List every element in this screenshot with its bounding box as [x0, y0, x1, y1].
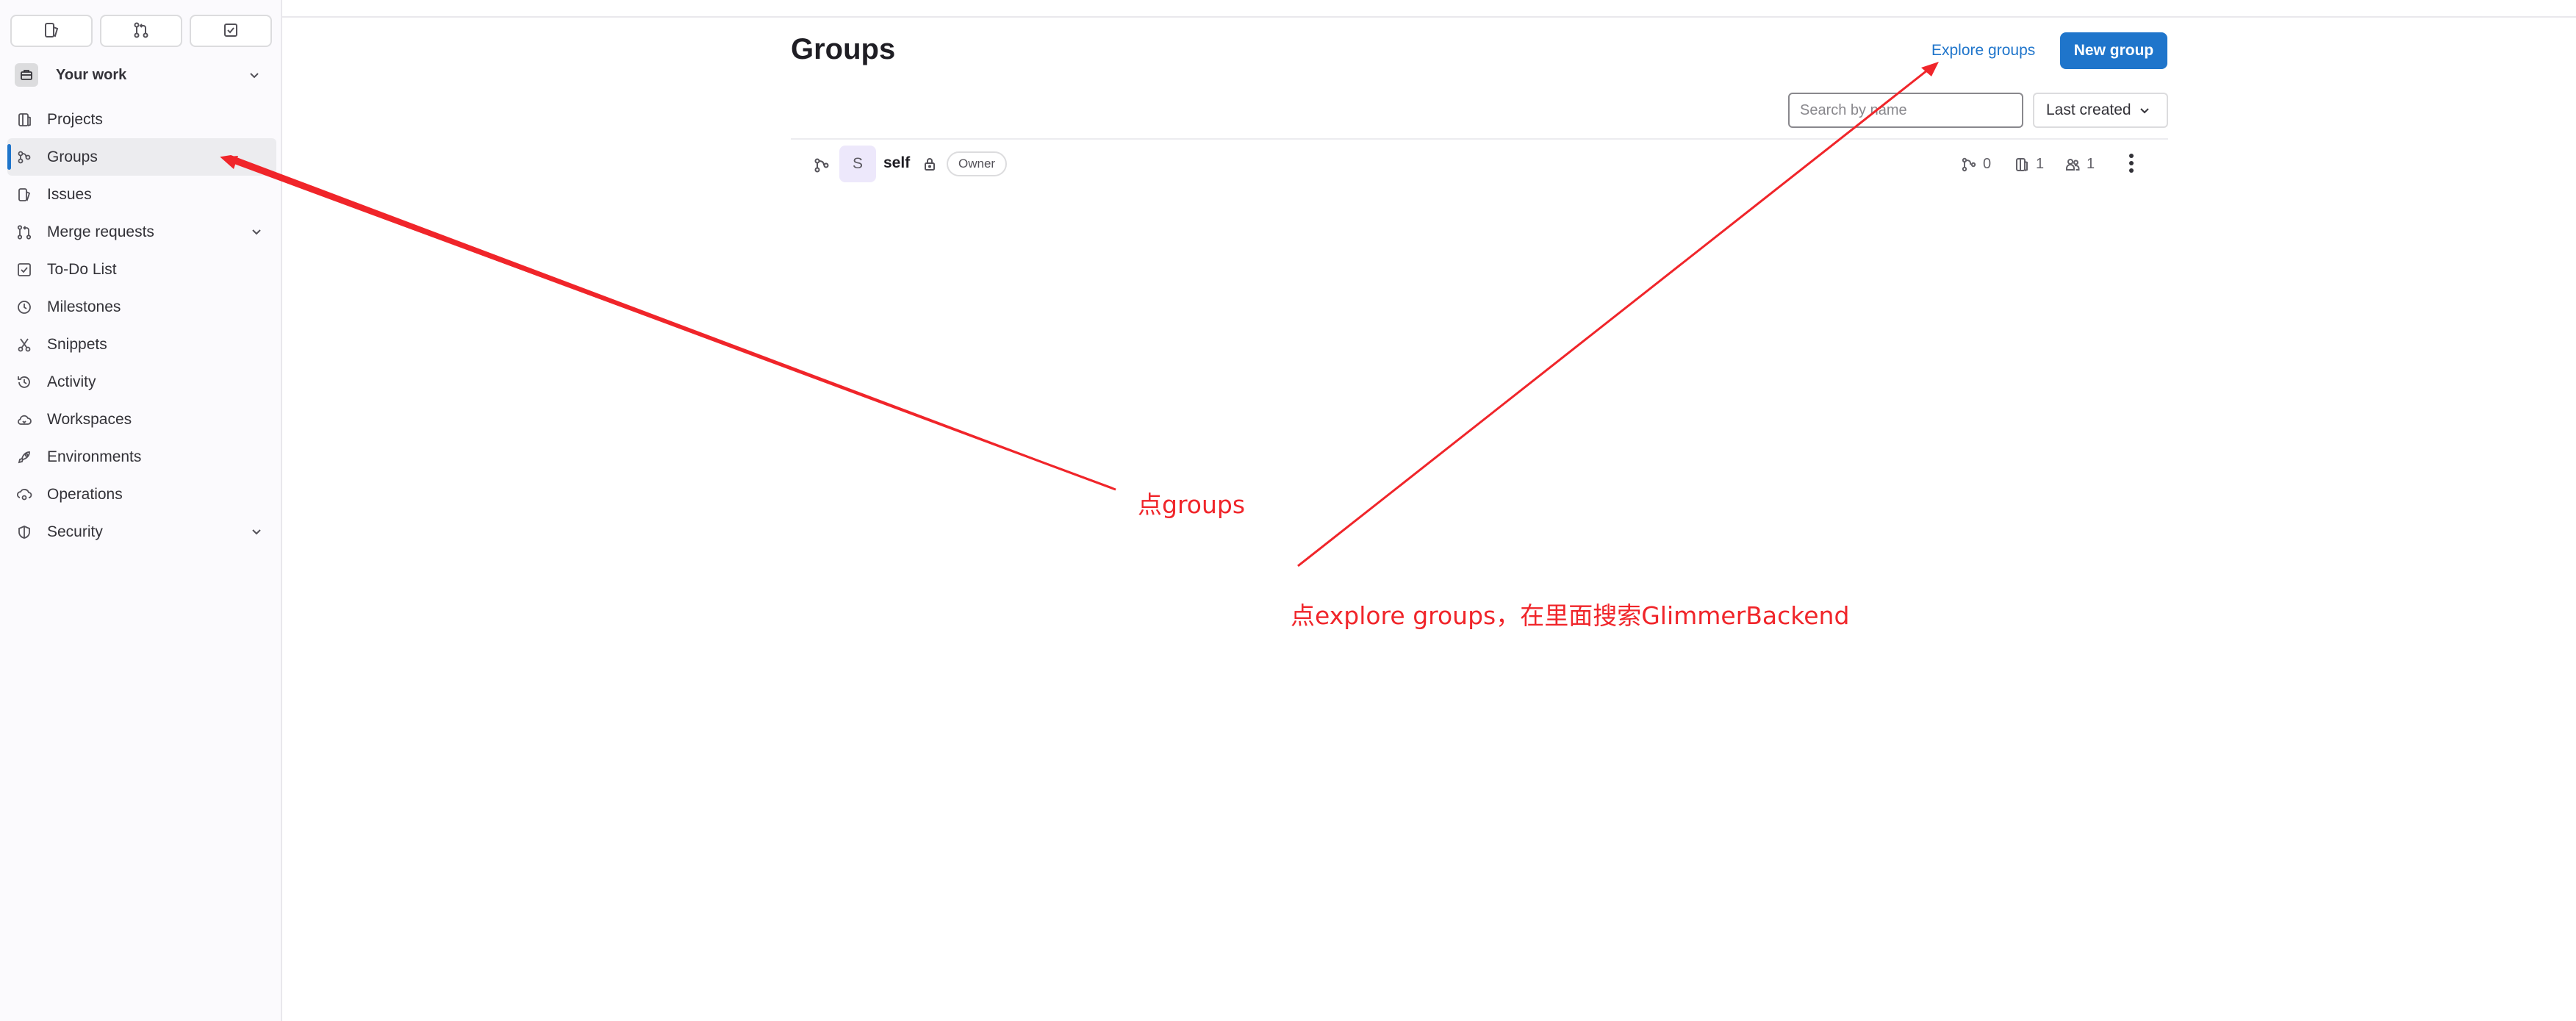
lock-icon	[925, 158, 935, 171]
arrow-to-explore-head	[1921, 62, 1939, 76]
issues-top-button[interactable]	[10, 15, 93, 47]
sort-label: Last created	[2046, 101, 2131, 118]
history-icon	[16, 374, 32, 390]
cloud-icon	[16, 412, 32, 428]
explore-groups-link[interactable]: Explore groups	[1931, 42, 2035, 60]
arrow-to-explore-shaft	[1297, 63, 1935, 567]
arrow-to-groups-shaft	[224, 157, 1116, 491]
sidebar-item-snippets[interactable]: Snippets	[0, 326, 281, 363]
sort-dropdown[interactable]: Last created	[2033, 93, 2168, 128]
sidebar-item-workspaces[interactable]: Workspaces	[0, 401, 281, 438]
context-label: Your work	[56, 66, 127, 83]
chevron-down-icon	[250, 73, 259, 79]
merge-request-icon	[132, 21, 150, 41]
sidebar-item-label: To-Do List	[47, 260, 117, 278]
avatar[interactable]: S	[839, 146, 876, 182]
sidebar-item-label: Security	[47, 523, 103, 540]
chevron-down-icon	[2139, 108, 2149, 114]
sidebar-item-issues[interactable]: Issues	[0, 176, 281, 213]
projects-value: 1	[2036, 156, 2045, 172]
search-input[interactable]	[1788, 93, 2023, 128]
subgroups-value: 0	[1983, 156, 1992, 172]
shield-icon	[16, 524, 32, 540]
sidebar-item-todo-list[interactable]: To-Do List	[0, 251, 281, 288]
sidebar-item-security[interactable]: Security	[0, 513, 281, 551]
todo-icon	[16, 262, 32, 278]
chevron-down-icon	[252, 529, 261, 535]
project-icon	[2016, 157, 2028, 171]
issues-icon	[43, 21, 60, 41]
sidebar-top-buttons	[10, 15, 272, 47]
sidebar-item-label: Activity	[47, 373, 96, 390]
projects-count: 1	[2014, 156, 2044, 173]
new-group-button[interactable]: New group	[2060, 32, 2167, 69]
sidebar-item-merge-requests[interactable]: Merge requests	[0, 213, 281, 251]
sidebar-item-label: Environments	[47, 448, 142, 465]
subgroups-count: 0	[1961, 156, 1991, 173]
sidebar-item-label: Workspaces	[47, 410, 132, 428]
top-divider	[282, 16, 2576, 18]
group-row[interactable]: S self Owner 0 1 1	[791, 144, 2168, 185]
sidebar-item-label: Groups	[47, 148, 98, 165]
sidebar-item-operations[interactable]: Operations	[0, 476, 281, 513]
annotation-explore-note: 点explore groups，在里面搜索GlimmerBackend	[1291, 601, 1850, 630]
project-icon	[16, 112, 32, 128]
more-actions-button[interactable]	[2123, 150, 2140, 176]
annotation-groups-note: 点groups	[1138, 490, 1246, 519]
members-count: 1	[2064, 156, 2095, 173]
scissors-icon	[16, 337, 32, 353]
arrow-to-groups	[220, 154, 1116, 490]
sidebar-item-milestones[interactable]: Milestones	[0, 288, 281, 326]
sidebar-item-label: Projects	[47, 110, 103, 128]
list-divider	[791, 138, 2168, 140]
todo-icon	[222, 21, 240, 41]
rocket-icon	[16, 449, 32, 465]
sidebar-item-label: Issues	[47, 185, 92, 203]
group-name-link[interactable]: self	[883, 154, 910, 172]
page-title: Groups	[791, 33, 896, 65]
sidebar: Your work Projects Groups Issues Merge r…	[0, 0, 282, 1021]
chevron-down-icon	[252, 229, 261, 235]
briefcase-icon	[15, 63, 38, 87]
sidebar-item-activity[interactable]: Activity	[0, 363, 281, 401]
merge-requests-top-button[interactable]	[100, 15, 182, 47]
sidebar-item-label: Milestones	[47, 298, 121, 315]
kebab-dot	[2129, 154, 2134, 158]
clock-icon	[16, 299, 32, 315]
users-icon	[2066, 158, 2080, 171]
sidebar-item-projects[interactable]: Projects	[0, 101, 281, 138]
role-badge: Owner	[947, 151, 1008, 176]
cloud-gear-icon	[16, 487, 32, 503]
issues-icon	[16, 187, 32, 203]
sidebar-item-groups[interactable]: Groups	[7, 138, 276, 176]
subgroup-icon	[1962, 157, 1976, 171]
sidebar-item-label: Snippets	[47, 335, 107, 353]
kebab-dot	[2129, 168, 2134, 173]
sidebar-item-label: Operations	[47, 485, 123, 503]
todo-top-button[interactable]	[190, 15, 272, 47]
sidebar-nav: Projects Groups Issues Merge requests To…	[0, 101, 281, 551]
group-icon	[16, 149, 32, 165]
members-value: 1	[2087, 156, 2095, 172]
kebab-dot	[2129, 161, 2134, 165]
merge-request-icon	[16, 224, 32, 240]
sidebar-item-environments[interactable]: Environments	[0, 438, 281, 476]
subgroup-icon	[814, 158, 829, 173]
sidebar-item-label: Merge requests	[47, 223, 154, 240]
context-switcher[interactable]: Your work	[10, 59, 272, 91]
